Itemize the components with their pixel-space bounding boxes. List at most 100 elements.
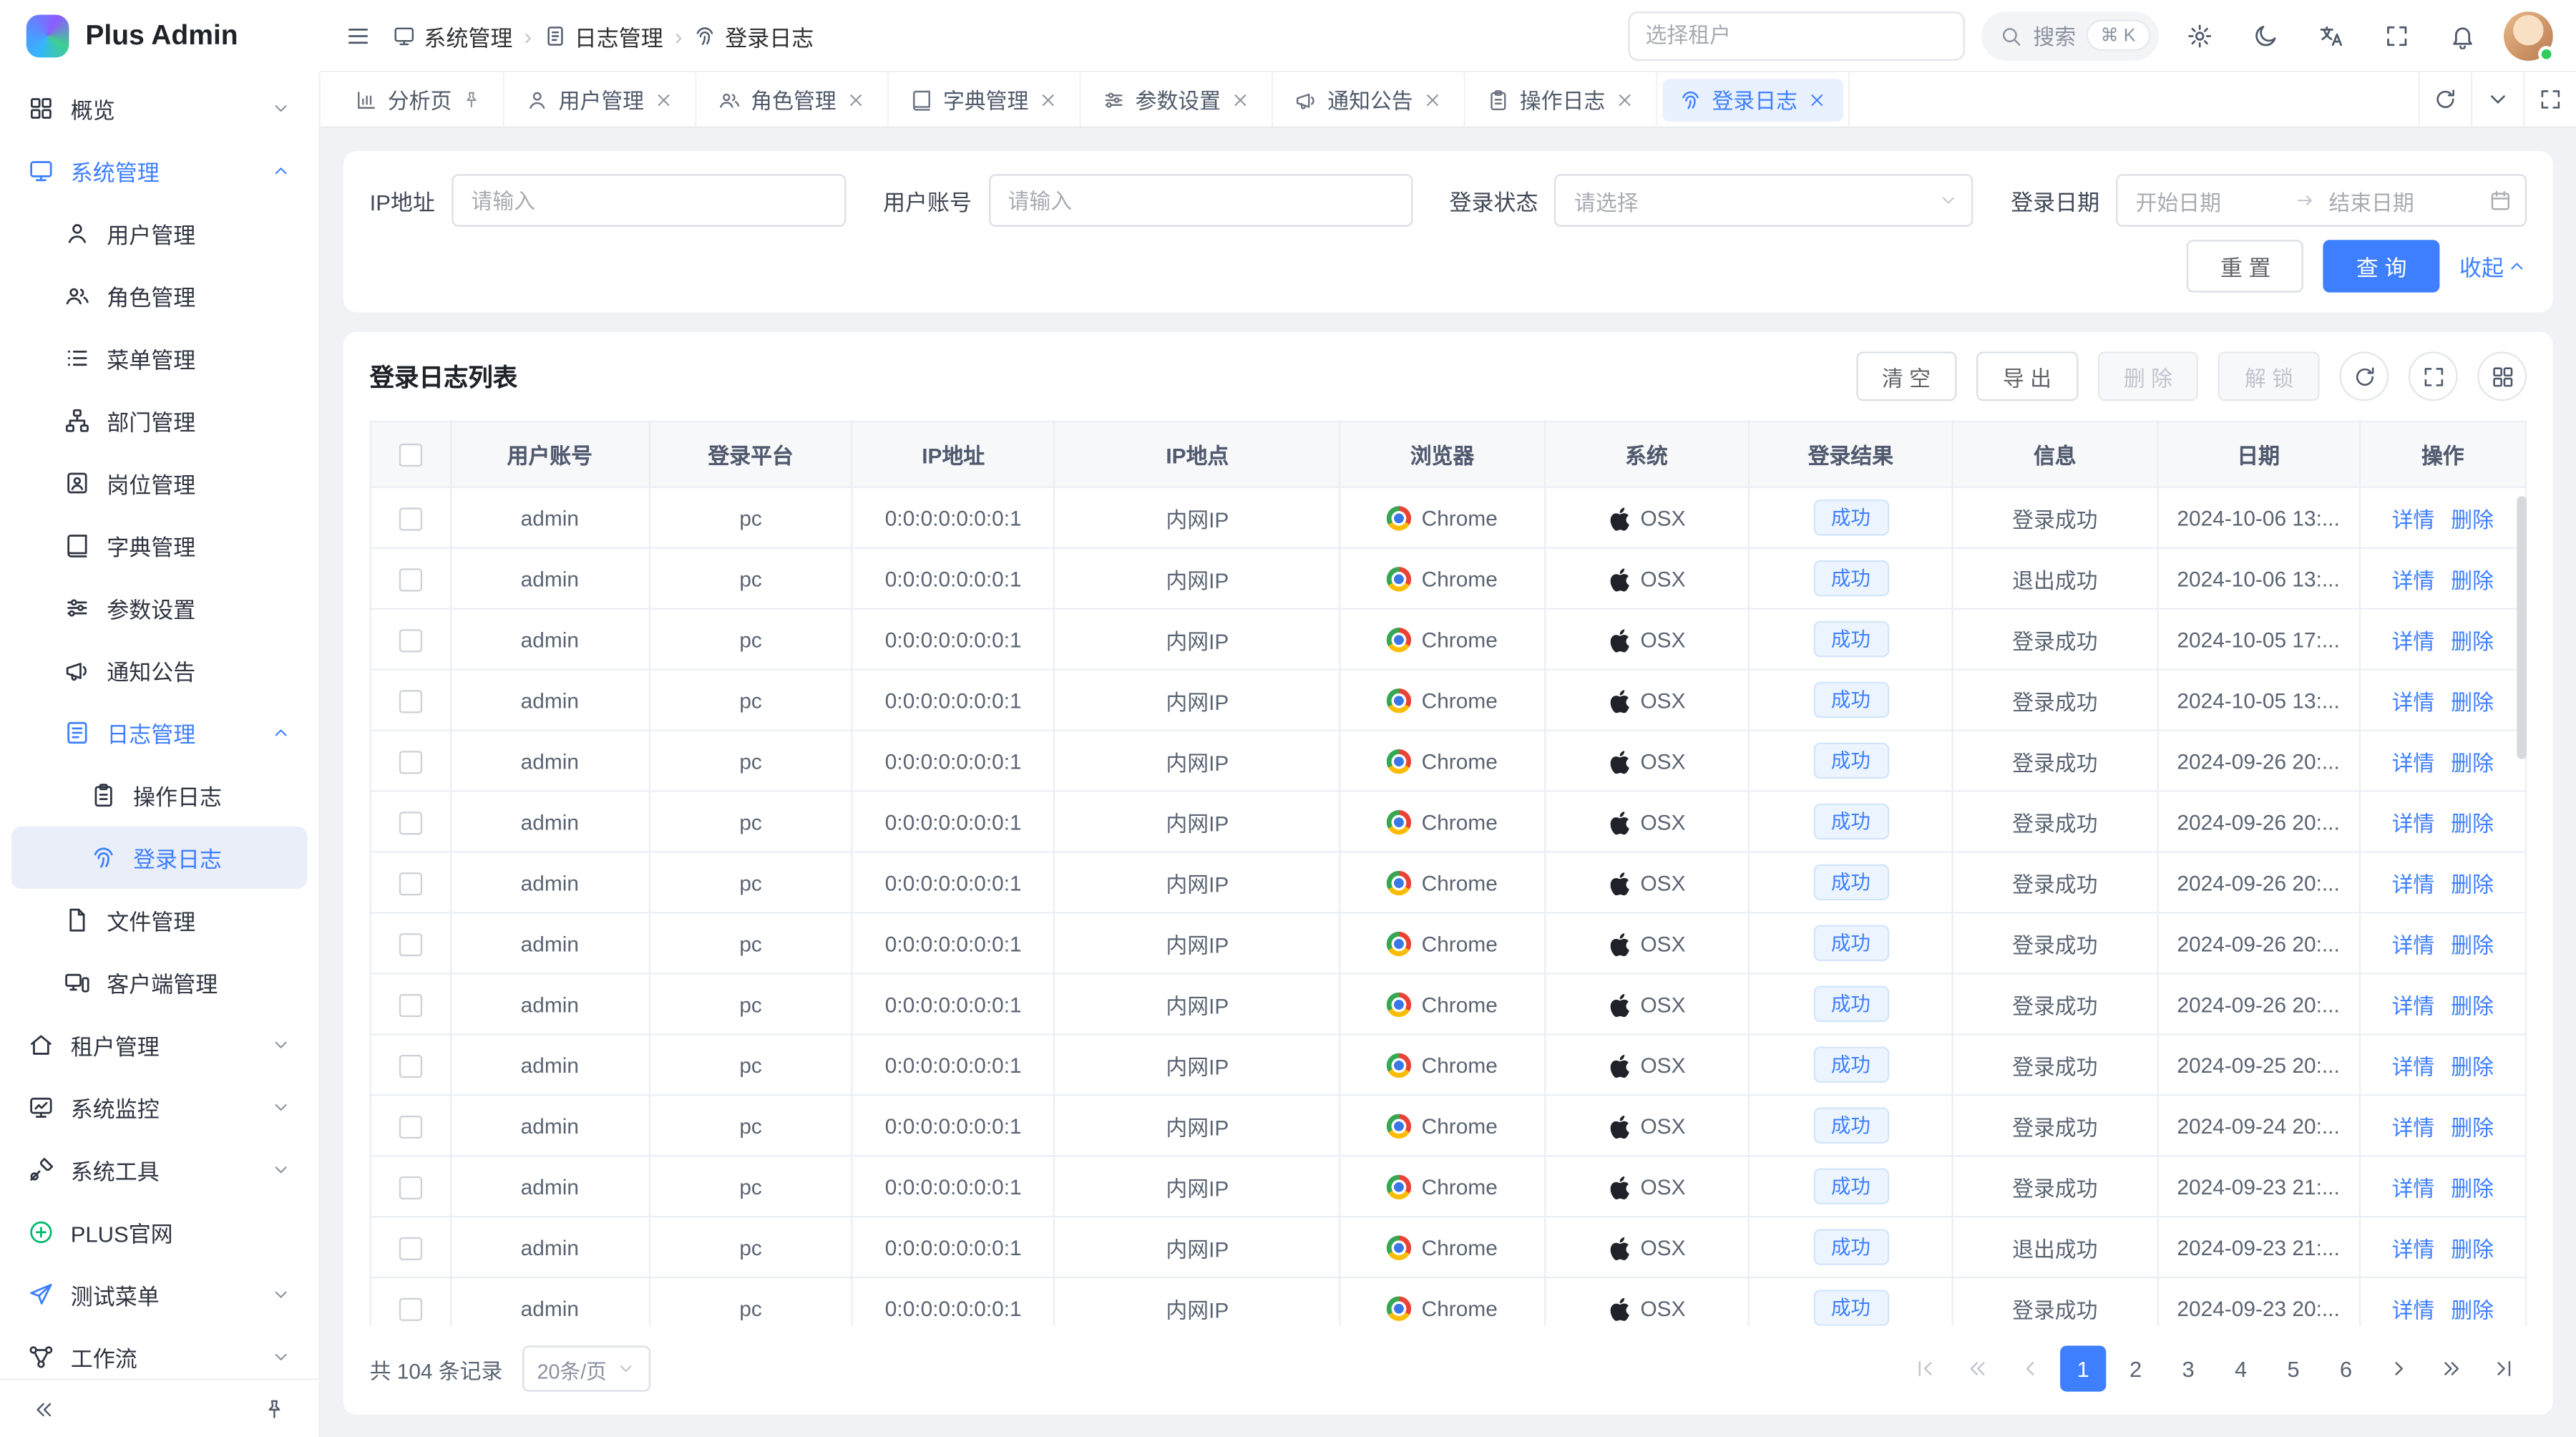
row-checkbox[interactable] [399,812,421,834]
clear-button[interactable]: 清 空 [1855,351,1956,401]
reset-button[interactable]: 重 置 [2187,240,2303,292]
global-search[interactable]: 搜索 ⌘ K [1981,11,2159,60]
row-checkbox[interactable] [399,1054,421,1077]
detail-link[interactable]: 详情 [2392,993,2435,1018]
detail-link[interactable]: 详情 [2392,872,2435,896]
sidebar-menu-item[interactable]: 租户管理 [11,1014,307,1076]
delete-link[interactable]: 删除 [2451,628,2494,653]
unlock-button[interactable]: 解 锁 [2218,351,2319,401]
page-number-button[interactable]: 6 [2323,1345,2368,1391]
delete-link[interactable]: 删除 [2451,750,2494,774]
detail-link[interactable]: 详情 [2392,568,2435,592]
row-checkbox[interactable] [399,629,421,652]
close-tab-icon[interactable] [846,89,866,109]
page-number-button[interactable]: 2 [2113,1345,2159,1391]
sidebar-menu-item[interactable]: 字典管理 [11,515,307,577]
close-tab-icon[interactable] [1807,89,1828,109]
detail-link[interactable]: 详情 [2392,811,2435,835]
table-scrollbar[interactable] [2517,496,2527,759]
close-tab-icon[interactable] [1615,89,1635,109]
page-number-button[interactable]: 3 [2165,1345,2211,1391]
row-checkbox[interactable] [399,751,421,774]
page-tab[interactable]: 角色管理 [701,78,882,121]
sidebar-menu-item[interactable]: 文件管理 [11,889,307,951]
prev-page-button[interactable] [2008,1345,2054,1391]
first-page-button[interactable] [1903,1345,1948,1391]
ip-input[interactable] [452,174,846,226]
sidebar-menu-item[interactable]: 系统管理 [11,140,307,202]
breadcrumb-item[interactable]: 日志管理 [543,19,663,52]
settings-button[interactable] [2175,11,2225,60]
page-tab[interactable]: 操作日志 [1470,78,1652,121]
sidebar-toggle-button[interactable] [333,11,383,60]
row-checkbox[interactable] [399,933,421,956]
next-group-button[interactable] [2428,1345,2474,1391]
tab-options-button[interactable] [2471,72,2523,127]
detail-link[interactable]: 详情 [2392,932,2435,957]
notifications-button[interactable] [2438,11,2487,60]
sidebar-menu-item[interactable]: 工作流 [11,1326,307,1378]
row-checkbox[interactable] [399,1297,421,1320]
sidebar-menu-item[interactable]: 操作日志 [11,764,307,827]
tenant-select[interactable] [1627,11,1964,60]
close-tab-icon[interactable] [1423,89,1443,109]
row-checkbox[interactable] [399,1237,421,1260]
delete-link[interactable]: 删除 [2451,568,2494,592]
close-tab-icon[interactable] [1038,89,1058,109]
sidebar-menu-item[interactable]: 角色管理 [11,265,307,327]
close-tab-icon[interactable] [654,89,674,109]
detail-link[interactable]: 详情 [2392,1237,2435,1261]
sidebar-menu-item[interactable]: 参数设置 [11,577,307,639]
collapse-filters-link[interactable]: 收起 [2459,250,2527,283]
delete-link[interactable]: 删除 [2451,1115,2494,1139]
breadcrumb-item[interactable]: 系统管理 [393,19,513,52]
sidebar-menu-item[interactable]: 通知公告 [11,639,307,701]
collapse-sidebar-button[interactable] [20,1384,69,1433]
query-button[interactable]: 查 询 [2323,240,2439,292]
sidebar-menu-item[interactable]: 系统监控 [11,1076,307,1139]
sidebar-menu-item[interactable]: 用户管理 [11,202,307,264]
detail-link[interactable]: 详情 [2392,1297,2435,1322]
sidebar-menu-item[interactable]: 部门管理 [11,389,307,452]
page-number-button[interactable]: 1 [2060,1345,2106,1391]
refresh-table-button[interactable] [2339,351,2389,401]
delete-link[interactable]: 删除 [2451,1237,2494,1261]
maximize-content-button[interactable] [2524,72,2576,127]
detail-link[interactable]: 详情 [2392,1115,2435,1139]
dark-mode-toggle[interactable] [2241,11,2290,60]
fullscreen-table-button[interactable] [2409,351,2458,401]
delete-link[interactable]: 删除 [2451,1054,2494,1078]
detail-link[interactable]: 详情 [2392,507,2435,531]
sidebar-menu-item[interactable]: PLUS官网 [11,1201,307,1263]
sidebar-menu-item[interactable]: 系统工具 [11,1139,307,1201]
page-number-button[interactable]: 5 [2270,1345,2316,1391]
detail-link[interactable]: 详情 [2392,689,2435,713]
status-select[interactable]: 请选择 [1554,174,1973,226]
last-page-button[interactable] [2481,1345,2527,1391]
row-checkbox[interactable] [399,690,421,713]
page-size-select[interactable]: 20条/页 [522,1345,651,1391]
page-number-button[interactable]: 4 [2218,1345,2263,1391]
row-checkbox[interactable] [399,1115,421,1138]
prev-group-button[interactable] [1955,1345,2001,1391]
sidebar-menu-item[interactable]: 日志管理 [11,701,307,764]
row-checkbox[interactable] [399,507,421,530]
sidebar-menu-item[interactable]: 概览 [11,77,307,140]
row-checkbox[interactable] [399,1176,421,1199]
user-avatar[interactable] [2504,11,2553,60]
brand[interactable]: Plus Admin [0,0,321,72]
page-tab[interactable]: 通知公告 [1278,78,1459,121]
language-toggle[interactable] [2306,11,2356,60]
date-range-picker[interactable]: 开始日期 结束日期 [2116,174,2527,226]
breadcrumb-item[interactable]: 登录日志 [694,19,814,52]
page-tab[interactable]: 参数设置 [1086,78,1267,121]
detail-link[interactable]: 详情 [2392,750,2435,774]
fullscreen-button[interactable] [2372,11,2421,60]
delete-link[interactable]: 删除 [2451,993,2494,1018]
page-tab[interactable]: 分析页 [338,78,498,121]
sidebar-menu-item[interactable]: 岗位管理 [11,452,307,514]
page-tab[interactable]: 用户管理 [509,78,691,121]
sidebar-menu-item[interactable]: 测试菜单 [11,1264,307,1326]
detail-link[interactable]: 详情 [2392,628,2435,653]
pin-sidebar-button[interactable] [250,1384,299,1433]
